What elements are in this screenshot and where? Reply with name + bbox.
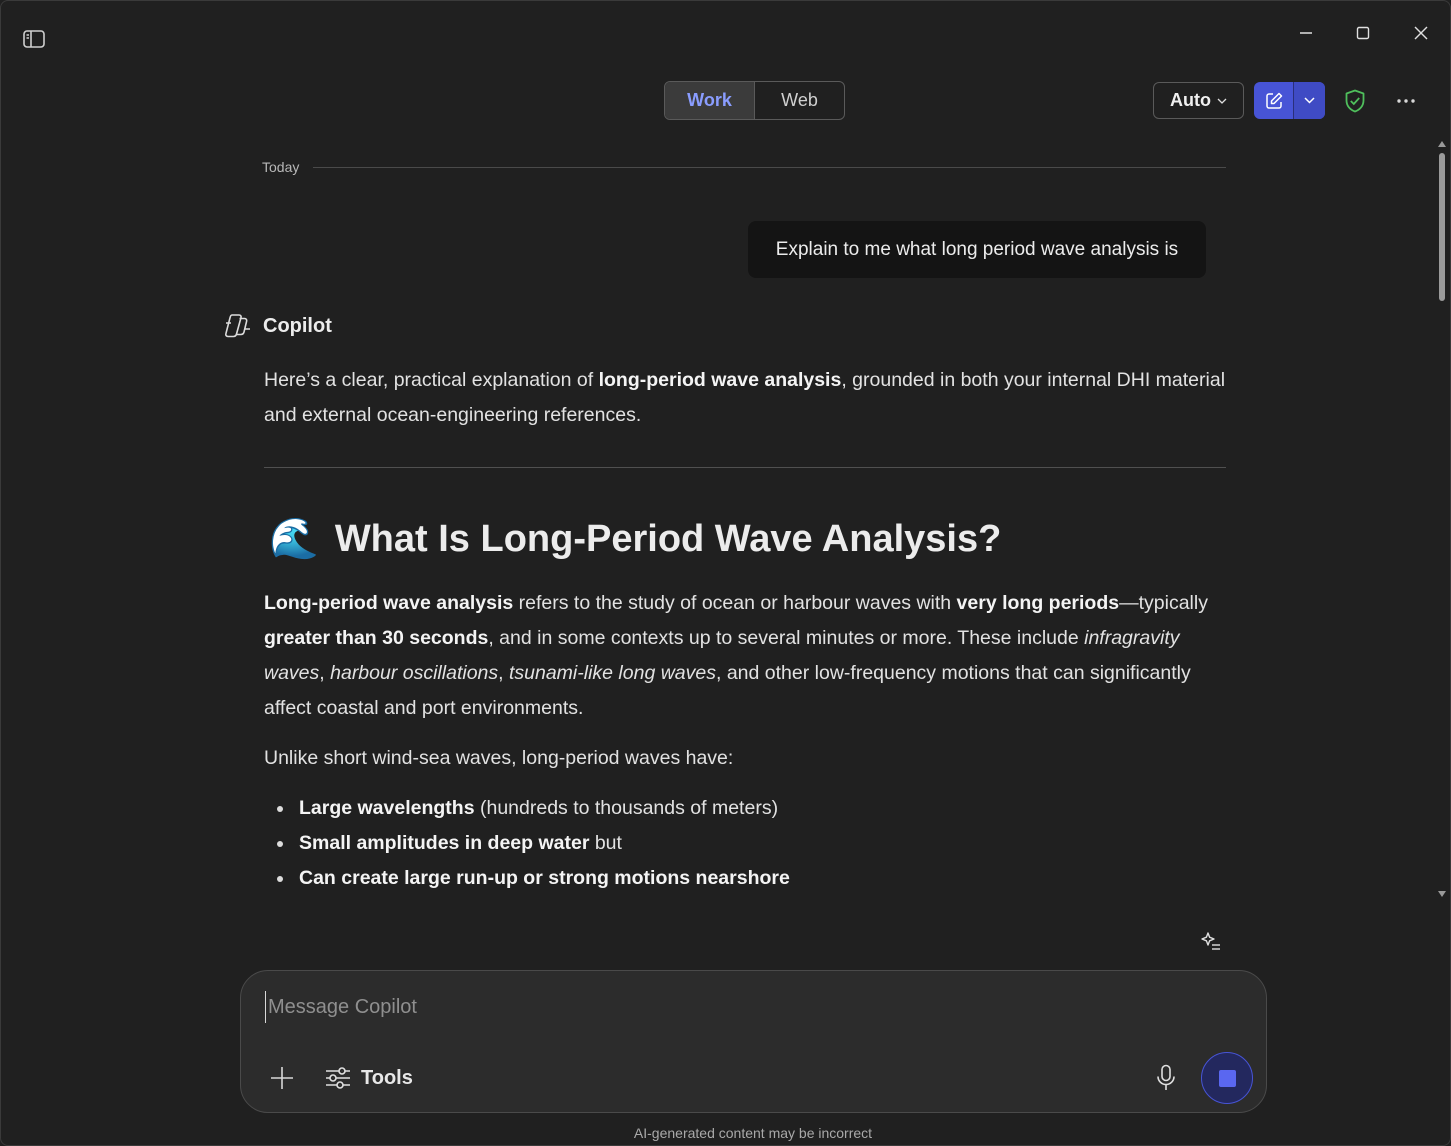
close-button[interactable] [1398, 15, 1444, 51]
assistant-name: Copilot [263, 314, 332, 337]
para-text: , [498, 662, 509, 684]
ai-disclaimer: AI-generated content may be incorrect [633, 1125, 873, 1141]
minimize-button[interactable] [1283, 15, 1329, 51]
chevron-down-icon [1217, 98, 1227, 104]
assistant-header: Copilot [223, 309, 332, 343]
add-attachment-button[interactable] [265, 1061, 299, 1095]
close-icon [1414, 26, 1428, 40]
intro-text: Here’s a clear, practical explanation of [264, 369, 599, 391]
scroll-thumb[interactable] [1439, 153, 1445, 301]
compose-icon [1265, 92, 1282, 109]
chevron-down-icon [1304, 97, 1315, 104]
shield-check-icon[interactable] [1341, 87, 1369, 115]
list-item: Large wavelengths (hundreds to thousands… [264, 791, 1226, 826]
sidebar-toggle-icon[interactable] [21, 27, 47, 51]
assistant-response: Here’s a clear, practical explanation of… [264, 363, 1226, 896]
intro-bold: long-period wave analysis [598, 369, 842, 391]
date-divider: Today [262, 157, 1226, 177]
work-web-toggle: Work Web [664, 81, 845, 120]
maximize-button[interactable] [1340, 15, 1386, 51]
new-chat-split-button [1254, 82, 1325, 119]
characteristics-list: Large wavelengths (hundreds to thousands… [264, 791, 1226, 896]
prompt-suggestions-icon[interactable] [1197, 929, 1225, 955]
message-input[interactable] [265, 991, 1225, 1023]
scroll-down-arrow-icon[interactable] [1438, 891, 1446, 897]
user-message-bubble: Explain to me what long period wave anal… [748, 221, 1206, 278]
list-item: Can create large run-up or strong motion… [264, 861, 1226, 896]
para-text: —typically [1119, 592, 1208, 614]
scroll-up-arrow-icon[interactable] [1438, 141, 1446, 147]
mode-dropdown-value: Auto [1170, 90, 1211, 110]
bold-term: greater than 30 seconds [264, 627, 489, 649]
response-heading: 🌊 What Is Long-Period Wave Analysis? [269, 512, 1226, 566]
list-item-text: but [589, 832, 622, 854]
list-item-bold: Small amplitudes in deep water [299, 832, 590, 854]
tools-label: Tools [361, 1066, 413, 1089]
response-intro: Here’s a clear, practical explanation of… [264, 363, 1226, 433]
sliders-icon [326, 1067, 350, 1089]
heading-text: What Is Long-Period Wave Analysis? [334, 517, 1002, 560]
para-text: , and in some contexts up to several min… [488, 627, 1085, 649]
list-item: Small amplitudes in deep water but [264, 826, 1226, 861]
wave-emoji-icon: 🌊 [269, 516, 319, 561]
list-item-bold: Large wavelengths [299, 797, 475, 819]
definition-paragraph: Long-period wave analysis refers to the … [264, 586, 1226, 726]
list-item-bold: Can create large run-up or strong motion… [299, 867, 790, 889]
bold-term: Long-period wave analysis [264, 592, 514, 614]
tab-web[interactable]: Web [755, 82, 844, 119]
comparison-paragraph: Unlike short wind-sea waves, long-period… [264, 747, 734, 769]
mode-dropdown[interactable]: Auto [1153, 82, 1244, 119]
scrollbar[interactable] [1435, 139, 1449, 904]
more-options-icon[interactable] [1391, 87, 1421, 115]
divider-line [313, 166, 1226, 168]
microphone-button[interactable] [1151, 1061, 1181, 1095]
section-divider [264, 467, 1226, 468]
list-item-text: (hundreds to thousands of meters) [474, 797, 779, 819]
tab-work[interactable]: Work [665, 82, 755, 119]
microphone-icon [1157, 1064, 1175, 1090]
date-divider-label: Today [262, 159, 300, 175]
copilot-window: Work Web Auto Today Explain to me what l… [0, 0, 1451, 1146]
para-text: , [319, 662, 331, 684]
copilot-logo-icon [224, 314, 250, 338]
stop-generating-button[interactable] [1201, 1052, 1253, 1104]
para-text: refers to the study of ocean or harbour … [513, 592, 957, 614]
italic-term: harbour oscillations [330, 662, 499, 684]
new-chat-button[interactable] [1254, 82, 1294, 119]
message-composer: Tools [240, 970, 1267, 1113]
plus-icon [271, 1067, 293, 1089]
italic-term: tsunami-like long waves [508, 662, 716, 684]
tools-button[interactable]: Tools [325, 1061, 413, 1095]
bold-term: very long periods [956, 592, 1120, 614]
maximize-icon [1356, 26, 1370, 40]
minimize-icon [1300, 32, 1312, 34]
new-chat-options-button[interactable] [1294, 82, 1325, 119]
stop-icon [1218, 1069, 1236, 1087]
